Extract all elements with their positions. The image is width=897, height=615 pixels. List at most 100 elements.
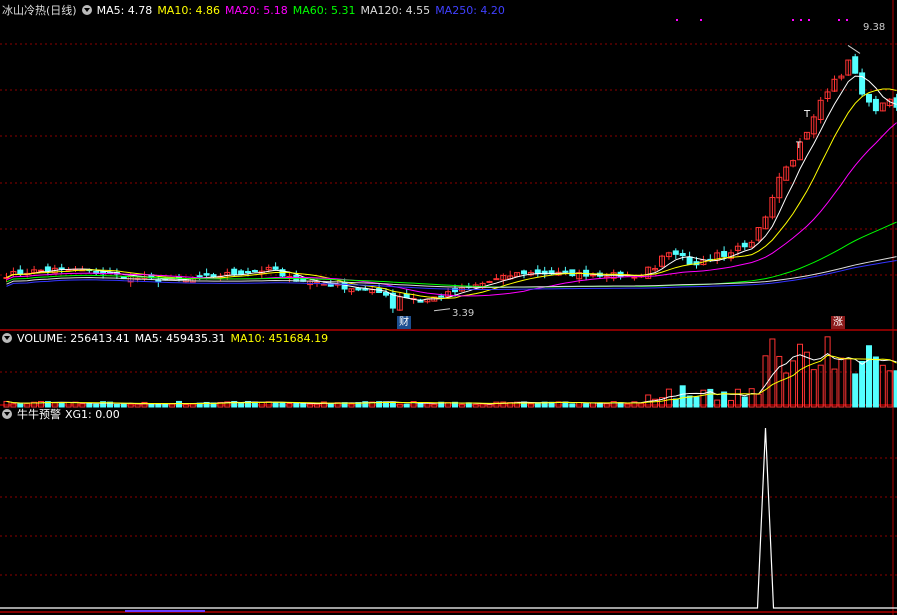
ma5-line (6, 75, 897, 302)
candle (203, 273, 210, 276)
volume-bar (714, 399, 721, 408)
settings-circle-icon[interactable] (2, 333, 12, 343)
volume-bar (58, 402, 65, 408)
volume-bar (617, 402, 624, 408)
volume-bar (238, 402, 245, 408)
volume-bar (148, 403, 155, 408)
t-mark: T (804, 109, 811, 120)
volume-bar (272, 401, 279, 408)
volume-bar (162, 403, 169, 408)
signal-dot (792, 19, 794, 21)
volume-bar (817, 364, 824, 408)
volume-bar (403, 403, 410, 408)
candle (272, 266, 279, 270)
candle (872, 98, 879, 112)
candle (521, 270, 527, 275)
candle (251, 270, 258, 273)
candle (631, 276, 638, 279)
volume-bar (417, 402, 424, 408)
high-pointer (847, 45, 861, 54)
ma20-line (6, 122, 897, 297)
price-panel-header: 冰山冷热(日线) MA5: 4.78 MA10: 4.86 MA20: 5.18 MA6… (2, 4, 510, 18)
volume-bar (803, 351, 810, 408)
volume-panel-header: VOLUME: 256413.41 MA5: 459435.31 MA10: 451… (2, 332, 333, 346)
volume-bar (693, 396, 700, 408)
volume-bar (859, 360, 866, 408)
ma5-value: MA5: 4.78 (96, 4, 153, 17)
volume-bar (155, 403, 162, 408)
volume-bar (327, 402, 334, 408)
signal-dot (846, 19, 848, 21)
volume-bar (810, 369, 817, 408)
volume-value: VOLUME: 256413.41 (17, 332, 130, 345)
candle (3, 277, 10, 280)
ma250-value: MA250: 4.20 (435, 4, 505, 17)
candle (245, 271, 251, 274)
ma60-line (6, 221, 897, 288)
volume-bar (728, 399, 734, 408)
candle (17, 269, 24, 275)
volume-bar (113, 403, 120, 408)
candle (741, 242, 748, 248)
candle (438, 295, 445, 298)
volume-bar (182, 404, 189, 408)
candle (686, 256, 693, 265)
volume-bar (569, 403, 576, 408)
ma20-value: MA20: 5.18 (225, 4, 288, 17)
volume-bar (279, 402, 286, 408)
volume-bar (17, 403, 24, 408)
volume-bar (93, 403, 100, 408)
candle (852, 56, 859, 74)
signal-dot (676, 19, 678, 21)
volume-bar (176, 400, 182, 408)
signal-dot (700, 19, 702, 21)
volume-bar (583, 403, 590, 408)
candle (590, 274, 596, 277)
candle (866, 93, 872, 103)
ma120-line (6, 256, 897, 288)
candle (362, 288, 369, 291)
high-price-label: 9.38 (863, 22, 886, 33)
low-pointer (433, 308, 451, 312)
signal-dot (800, 19, 802, 21)
volume-bar (797, 343, 803, 408)
indicator-name: 牛牛预警 (17, 408, 61, 421)
volume-bar (845, 358, 852, 408)
volume-bar (872, 356, 879, 408)
xg1-value: XG1: 0.00 (65, 408, 120, 421)
settings-circle-icon[interactable] (2, 409, 12, 419)
volume-bar (886, 370, 893, 408)
settings-circle-icon[interactable] (81, 5, 92, 15)
xg1-signal-line (0, 427, 897, 609)
limit-up-tag[interactable]: 涨 (831, 316, 845, 329)
candle (196, 275, 203, 278)
candle (562, 270, 569, 273)
volume-bar (3, 400, 10, 408)
ma10-value: MA10: 4.86 (157, 4, 221, 17)
candle (44, 266, 51, 272)
candle (58, 267, 65, 270)
candle (493, 278, 500, 281)
candle (238, 270, 245, 275)
ma60-value: MA60: 5.31 (292, 4, 356, 17)
indicator-panel-header: 牛牛预警 XG1: 0.00 (2, 408, 125, 422)
volume-bar (120, 403, 127, 408)
candle (383, 291, 389, 296)
candle (672, 250, 679, 255)
t-mark: T (796, 141, 802, 151)
candle (355, 287, 362, 291)
candle (231, 268, 238, 275)
volume-bar (486, 404, 493, 408)
finance-tag[interactable]: 财 (397, 316, 411, 329)
volume-bar (293, 403, 300, 408)
volume-bar (762, 355, 769, 408)
volume-bar (831, 368, 838, 408)
candle (679, 253, 686, 257)
candle (38, 269, 44, 272)
signal-dot (838, 19, 840, 21)
candle (569, 269, 576, 277)
ma120-value: MA120: 4.55 (360, 4, 431, 17)
volume-bar (300, 402, 307, 408)
low-price-label: 3.39 (452, 308, 475, 319)
volume-bar (679, 385, 686, 408)
